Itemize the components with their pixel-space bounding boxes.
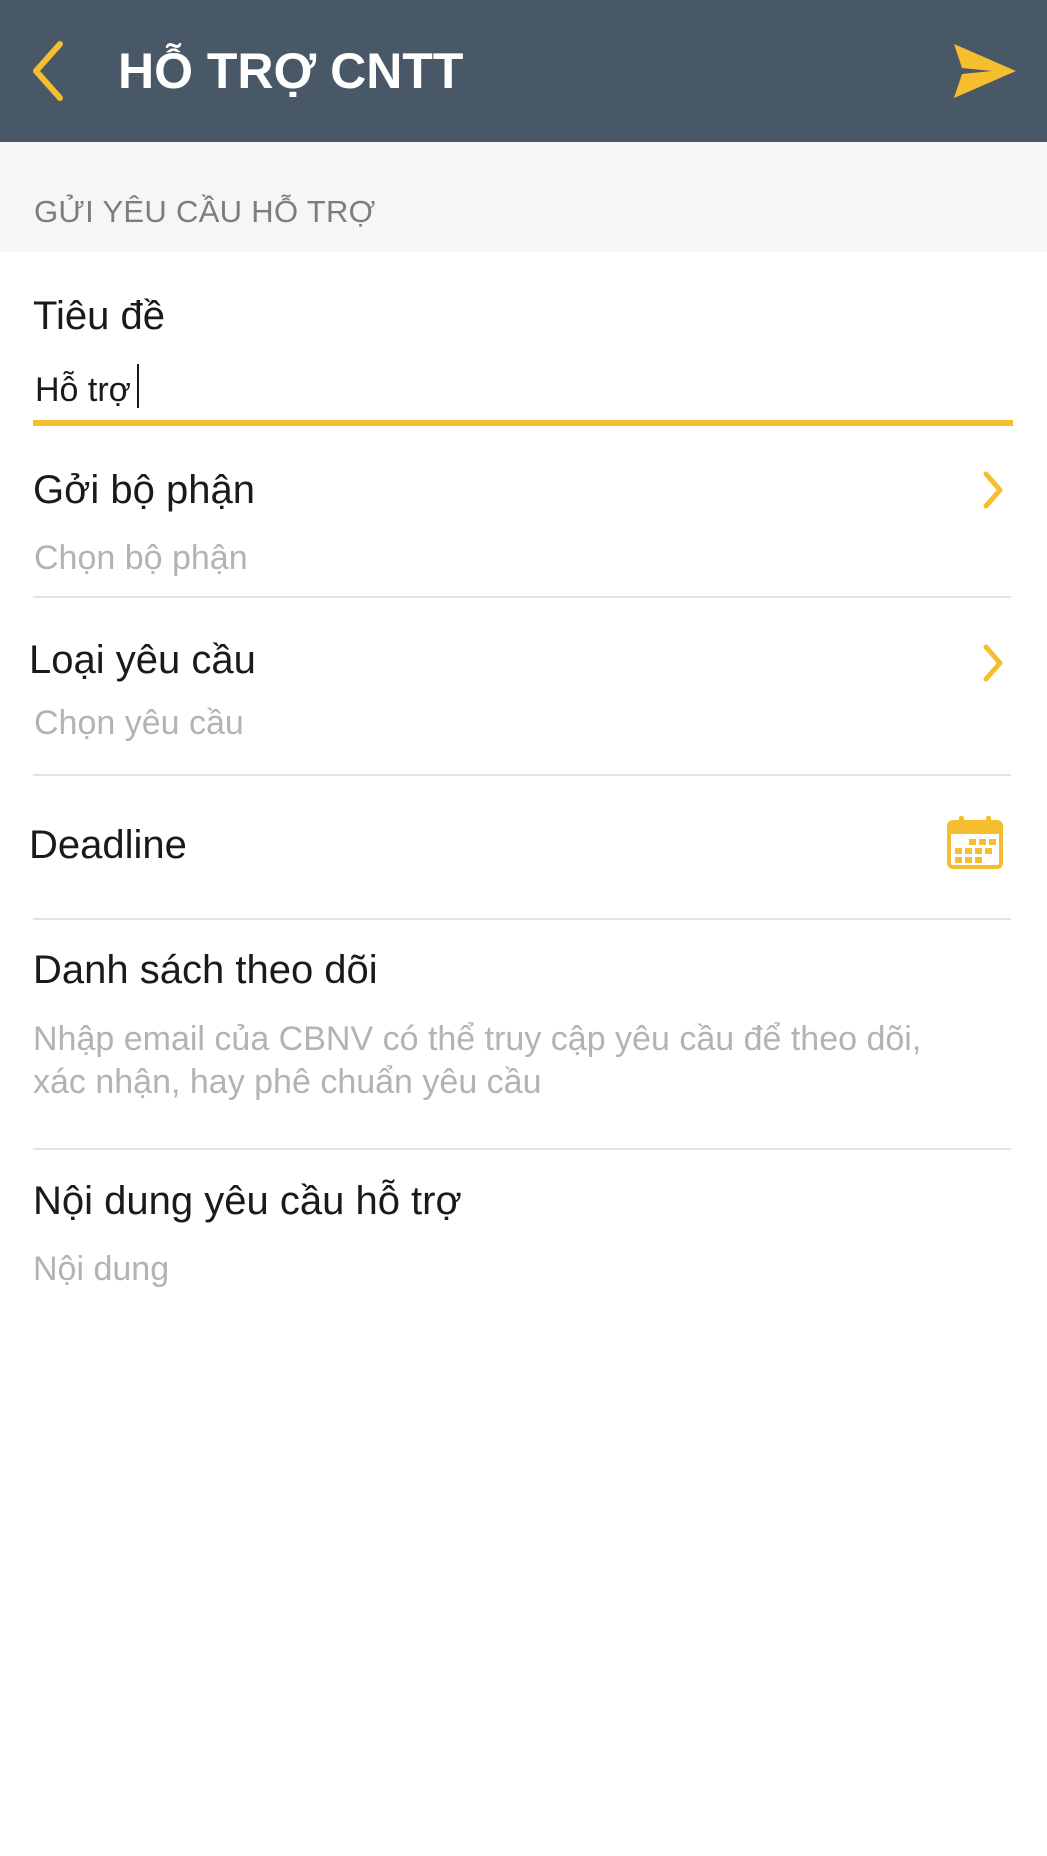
- text-cursor: [137, 364, 139, 408]
- back-button[interactable]: [22, 32, 84, 110]
- divider: [33, 774, 1011, 776]
- request-type-placeholder: Chọn yêu cầu: [34, 704, 244, 742]
- watch-list-placeholder-line2: xác nhận, hay phê chuẩn yêu cầu: [33, 1063, 542, 1101]
- department-placeholder: Chọn bộ phận: [34, 539, 248, 577]
- title-field-label: Tiêu đề: [33, 294, 165, 338]
- chevron-right-icon: [978, 468, 1008, 512]
- department-label: Gởi bộ phận: [33, 468, 255, 512]
- calendar-icon[interactable]: [946, 814, 1004, 870]
- divider: [33, 1148, 1011, 1150]
- section-header: GỬI YÊU CẦU HỖ TRỢ: [0, 142, 1047, 252]
- page-title: HỖ TRỢ CNTT: [118, 43, 464, 99]
- navigation-bar: HỖ TRỢ CNTT: [0, 0, 1047, 142]
- divider: [33, 918, 1011, 920]
- paper-plane-icon: [948, 36, 1022, 106]
- request-type-row[interactable]: [0, 600, 1047, 774]
- send-button[interactable]: [948, 36, 1022, 106]
- watch-list-placeholder-line1: Nhập email của CBNV có thể truy cập yêu …: [33, 1020, 922, 1058]
- watch-list-label: Danh sách theo dõi: [33, 948, 378, 992]
- divider: [33, 596, 1011, 598]
- title-input[interactable]: [33, 360, 1013, 426]
- section-title: GỬI YÊU CẦU HỖ TRỢ: [34, 194, 376, 229]
- content-placeholder: Nội dung: [33, 1250, 170, 1288]
- deadline-label: Deadline: [29, 823, 187, 867]
- content-label: Nội dung yêu cầu hỗ trợ: [33, 1179, 462, 1223]
- chevron-right-icon: [978, 641, 1008, 685]
- request-type-label: Loại yêu cầu: [29, 638, 256, 682]
- chevron-left-icon: [22, 32, 84, 110]
